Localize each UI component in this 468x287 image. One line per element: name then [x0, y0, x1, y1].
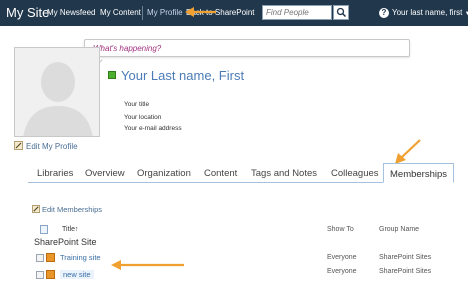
nav-my-profile[interactable]: My Profile — [147, 8, 183, 17]
nav-my-content[interactable]: My Content — [100, 8, 141, 17]
chevron-down-icon: ▼ — [464, 11, 468, 17]
status-note-box[interactable]: What's happening? — [84, 39, 410, 66]
nav-my-newsfeed[interactable]: My Newsfeed — [47, 8, 95, 17]
edit-pencil-icon — [32, 205, 40, 213]
row-group-name: SharePoint Sites — [379, 254, 432, 261]
tab-content[interactable]: Content — [204, 168, 237, 179]
row-show-to: Everyone — [327, 268, 357, 275]
tab-tags-and-notes[interactable]: Tags and Notes — [251, 168, 317, 179]
sort-ascending-icon: ↑ — [74, 226, 79, 233]
column-header-title[interactable]: Title↑ — [62, 226, 78, 233]
person-silhouette-icon — [15, 48, 99, 136]
column-header-group-name[interactable]: Group Name — [379, 226, 419, 233]
people-search-field[interactable] — [262, 5, 332, 20]
user-menu[interactable]: Your last name, first ▼ — [392, 8, 468, 17]
profile-email: Your e-mail address — [124, 125, 182, 132]
tab-libraries[interactable]: Libraries — [37, 168, 73, 179]
profile-title: Your title — [124, 101, 150, 108]
row-show-to: Everyone — [327, 254, 357, 261]
sharepoint-site-icon — [46, 253, 55, 262]
search-icon — [336, 7, 347, 18]
row-checkbox[interactable] — [36, 254, 44, 262]
column-header-show-to[interactable]: Show To — [327, 226, 354, 233]
tab-memberships[interactable]: Memberships — [383, 163, 455, 183]
annotation-arrow-training-site — [111, 260, 184, 270]
profile-location: Your location — [124, 114, 162, 121]
sharepoint-site-icon — [46, 270, 55, 279]
profile-photo — [14, 47, 100, 137]
annotation-arrow-memberships — [395, 139, 421, 164]
membership-title-training-site[interactable]: Training site — [60, 253, 101, 262]
edit-memberships-label: Edit Memberships — [42, 205, 103, 214]
nav-divider — [142, 6, 143, 20]
tab-organization[interactable]: Organization — [137, 168, 191, 179]
site-title[interactable]: My Site — [6, 5, 49, 20]
column-header-title-label: Title — [62, 226, 75, 233]
presence-status-icon — [108, 71, 116, 79]
tab-overview[interactable]: Overview — [85, 168, 125, 179]
row-checkbox[interactable] — [36, 271, 44, 279]
edit-my-profile-link[interactable]: Edit My Profile — [14, 141, 78, 151]
edit-my-profile-label: Edit My Profile — [26, 142, 78, 151]
status-placeholder: What's happening? — [93, 44, 162, 53]
top-navigation-bar: My Site My Newsfeed My Content My Profil… — [0, 0, 468, 26]
tab-colleagues[interactable]: Colleagues — [331, 168, 379, 179]
document-type-icon — [40, 225, 48, 234]
search-button[interactable] — [333, 5, 349, 20]
help-icon[interactable]: ? — [379, 8, 389, 18]
section-heading: SharePoint Site — [34, 237, 97, 247]
annotation-arrow-profile — [185, 7, 216, 17]
profile-name: Your Last name, First — [121, 68, 245, 83]
user-menu-label: Your last name, first — [392, 8, 463, 17]
edit-pencil-icon — [14, 141, 23, 150]
membership-title-new-site[interactable]: new site — [60, 270, 94, 279]
edit-memberships-link[interactable]: Edit Memberships — [32, 205, 102, 214]
row-group-name: SharePoint Sites — [379, 268, 432, 275]
people-search-input[interactable] — [263, 6, 331, 19]
